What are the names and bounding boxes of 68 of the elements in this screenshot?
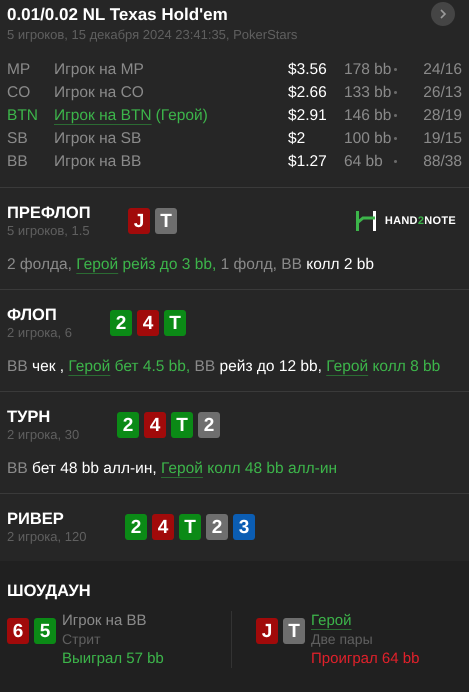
showdown-title: ШОУДАУН	[7, 581, 92, 601]
player-stats: 88/38	[423, 152, 462, 172]
playing-card: 3	[233, 514, 255, 540]
playing-card: 2	[125, 514, 147, 540]
street-title: ФЛОП	[7, 305, 58, 325]
playing-card: T	[283, 618, 305, 644]
result-text: Проиграл 64 bb	[311, 649, 420, 668]
position-label: CO	[7, 82, 32, 103]
hand-rank: Стрит	[62, 630, 101, 649]
position-label: SB	[7, 128, 29, 149]
street-title: ТУРН	[7, 407, 52, 427]
stack-bb: 178 bb	[344, 60, 392, 80]
street-info: 2 игрока, 30	[7, 427, 80, 443]
street-title: РИВЕР	[7, 509, 65, 529]
stack-amount: $2.91	[288, 106, 328, 126]
playing-card: 4	[144, 412, 166, 438]
stack-amount: $1.27	[288, 152, 328, 172]
playing-card: T	[155, 208, 177, 234]
player-name: Игрок на BB	[54, 152, 142, 172]
playing-card: 2	[110, 310, 132, 336]
player-name[interactable]: Игрок на BTN	[54, 104, 152, 128]
playing-card: 2	[117, 412, 139, 438]
playing-card: 5	[34, 618, 56, 644]
player-name: Игрок на SB	[54, 128, 142, 149]
playing-card: 4	[152, 514, 174, 540]
player-stats: 19/15	[423, 128, 462, 149]
position-label: BB	[7, 152, 29, 172]
player-name[interactable]: Герой	[311, 611, 352, 630]
playing-card: 2	[206, 514, 228, 540]
hand-rank: Две пары	[311, 630, 373, 649]
result-text: Выиграл 57 bb	[62, 649, 164, 668]
stack-bb: 146 bb	[344, 106, 392, 126]
playing-card: J	[128, 208, 150, 234]
street-info: 2 игрока, 6	[7, 325, 72, 341]
playing-card: T	[179, 514, 201, 540]
player-name: Игрок на BB	[62, 611, 146, 630]
logo-icon	[354, 210, 377, 232]
stack-bb: 133 bb	[344, 82, 392, 103]
playing-card: J	[256, 618, 278, 644]
playing-card: 4	[137, 310, 159, 336]
street-info: 2 игрока, 120	[7, 529, 86, 545]
action-line: 2 фолда, Герой рейз до 3 bb, 1 фолд, BB колл 2 bb	[7, 255, 376, 275]
stack-amount: $2.66	[288, 82, 328, 103]
playing-card: T	[171, 412, 193, 438]
position-label: BTN	[7, 106, 39, 126]
action-line: BB чек , Герой бет 4.5 bb, BB рейз до 12 bb, Герой колл 8 bb	[7, 357, 442, 377]
player-name: Игрок на MP	[54, 60, 144, 80]
position-label: MP	[7, 60, 32, 80]
logo-text: HAND2NOTE	[384, 214, 456, 229]
playing-card: T	[164, 310, 186, 336]
stack-amount: $2	[288, 128, 306, 149]
player-name: Игрок на CO	[54, 82, 144, 103]
stack-bb: 64 bb	[344, 152, 384, 172]
street-title: ПРЕФЛОП	[7, 203, 91, 223]
next-button[interactable]	[431, 2, 455, 26]
playing-card: 6	[7, 618, 29, 644]
stack-bb: 100 bb	[344, 128, 392, 149]
stack-amount: $3.56	[288, 60, 328, 80]
window-title: 0.01/0.02 NL Texas Hold'em	[7, 4, 228, 26]
chevron-right-icon	[438, 8, 448, 20]
action-line: BB бет 48 bb алл-ин, Герой колл 48 bb алл-ин	[7, 459, 338, 479]
playing-card: 2	[198, 412, 220, 438]
hero-tag: (Герой)	[156, 104, 208, 128]
street-info: 5 игроков, 1.5	[7, 223, 91, 239]
player-stats: 28/19	[423, 106, 462, 126]
player-stats: 24/16	[423, 60, 462, 80]
player-stats: 26/13	[423, 82, 462, 103]
hand-info: 5 игроков, 15 декабря 2024 23:41:35, PokerStars	[7, 26, 298, 44]
